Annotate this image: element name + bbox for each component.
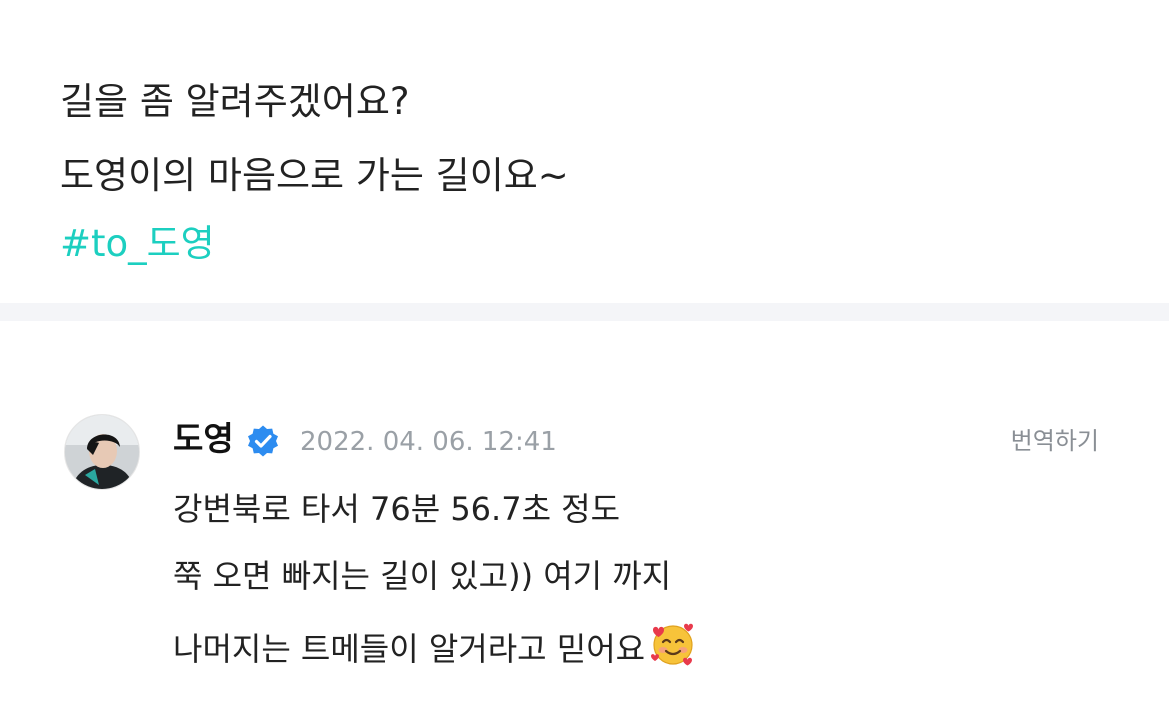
comment-text-line-3-text: 나머지는 트메들이 알거라고 믿어요 [173,630,646,668]
comment-text-line-2: 쭉 오면 빠지는 길이 있고)) 여기 까지 [173,557,672,595]
avatar-photo-icon [65,415,139,489]
comment-author-name[interactable]: 도영 [173,419,234,459]
post-hashtag-link[interactable]: #to_도영 [60,222,215,266]
comment-text-line-3: 나머지는 트메들이 알거라고 믿어요 [173,620,697,669]
comment-text-line-1: 강변북로 타서 76분 56.7초 정도 [173,490,621,528]
translate-button[interactable]: 번역하기 [1011,424,1099,458]
comment-item: 도영 2022. 04. 06. 12:41 번역하기 강변북로 타서 76분 … [0,321,1169,710]
comment-timestamp: 2022. 04. 06. 12:41 [300,427,557,457]
post-text-line-1: 길을 좀 알려주겠어요? [60,80,410,123]
section-divider [0,303,1169,321]
post-text-line-2: 도영이의 마음으로 가는 길이요~ [60,154,569,197]
verified-badge-icon [248,425,278,457]
avatar[interactable] [64,414,140,490]
post-body: 길을 좀 알려주겠어요? 도영이의 마음으로 가는 길이요~ #to_도영 [0,0,1169,303]
smiling-face-with-hearts-icon [651,623,694,666]
